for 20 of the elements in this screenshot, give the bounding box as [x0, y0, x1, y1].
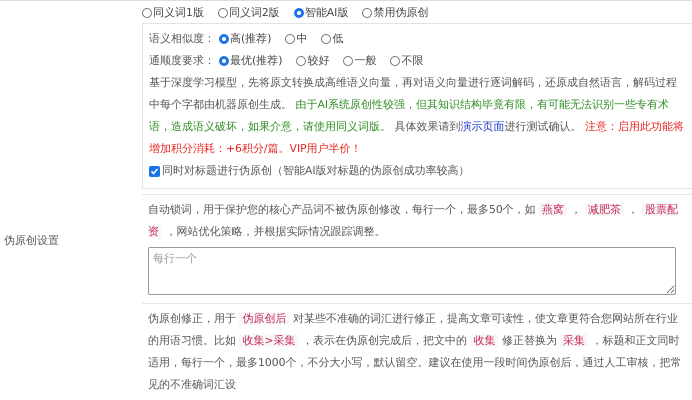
description-text: 基于深度学习模型，先将原文转换成高维语义向量，再对语义向量进行逐词解码，还原成自然语言，解码过程中每个字都由机器原创生成。 由于AI系统原创性较强，但其知识结构毕竟有限，有可能无法识别一些专有术语，造成语义破坏，如果介意，请使用同义词版。 具体效果请到演示页面进行测试确认。 注意：启用此功能将增加积分消耗：+6积分/篇。VIP用户半价！ — [149, 75, 685, 157]
radio-option[interactable]: 禁用伪原创 — [362, 6, 428, 20]
radio-option[interactable]: 一般 — [343, 54, 376, 68]
title-checkbox[interactable]: 同时对标题进行伪原创（智能AI版对标题的伪原创成功率较高） — [149, 160, 686, 182]
radio-option[interactable]: 高(推荐) — [219, 32, 272, 46]
radio-option[interactable]: 同义词2版 — [218, 6, 280, 20]
radio-option[interactable]: 智能AI版 — [294, 6, 348, 20]
radio-option[interactable]: 最优(推荐) — [219, 54, 282, 68]
demo-page-link[interactable]: 演示页面 — [460, 120, 504, 133]
section-label: 伪原创设置 — [3, 234, 60, 249]
correction-text: 伪原创修正，用于 伪原创后 对某些不准确的词汇进行修正，提高文章可读性，使文章更符合您网站所在行业的用语习惯。比如 收集>采集 ，表示在伪原创完成后，把文中的 收集 修正替换为 采集 ，标题和正文同时适用，每行一个，最多1000个，不分大小写，默认留空。建议在使用一段时间伪原创后，通过人工审核，把常见的不准确词汇设 — [148, 311, 682, 393]
radio-option[interactable]: 低 — [321, 32, 344, 46]
radio-option[interactable]: 较好 — [296, 54, 330, 68]
option-label: 通顺度要求： — [149, 54, 215, 68]
radio-option[interactable]: 不限 — [390, 54, 424, 68]
option-label: 语义相似度： — [149, 32, 215, 46]
radio-option[interactable]: 中 — [285, 32, 308, 46]
lock-words-field[interactable]: 每行一个 — [148, 247, 676, 295]
lock-words-text: 自动锁词，用于保护您的核心产品词不被伪原创修改，每行一个，最多50个，如 燕窝 ， 减肥茶 ， 股票配资 ，网站优化策略，并根据实际情况跟踪调整。 — [148, 202, 679, 240]
radio-option[interactable]: 同义词1版 — [142, 6, 204, 20]
